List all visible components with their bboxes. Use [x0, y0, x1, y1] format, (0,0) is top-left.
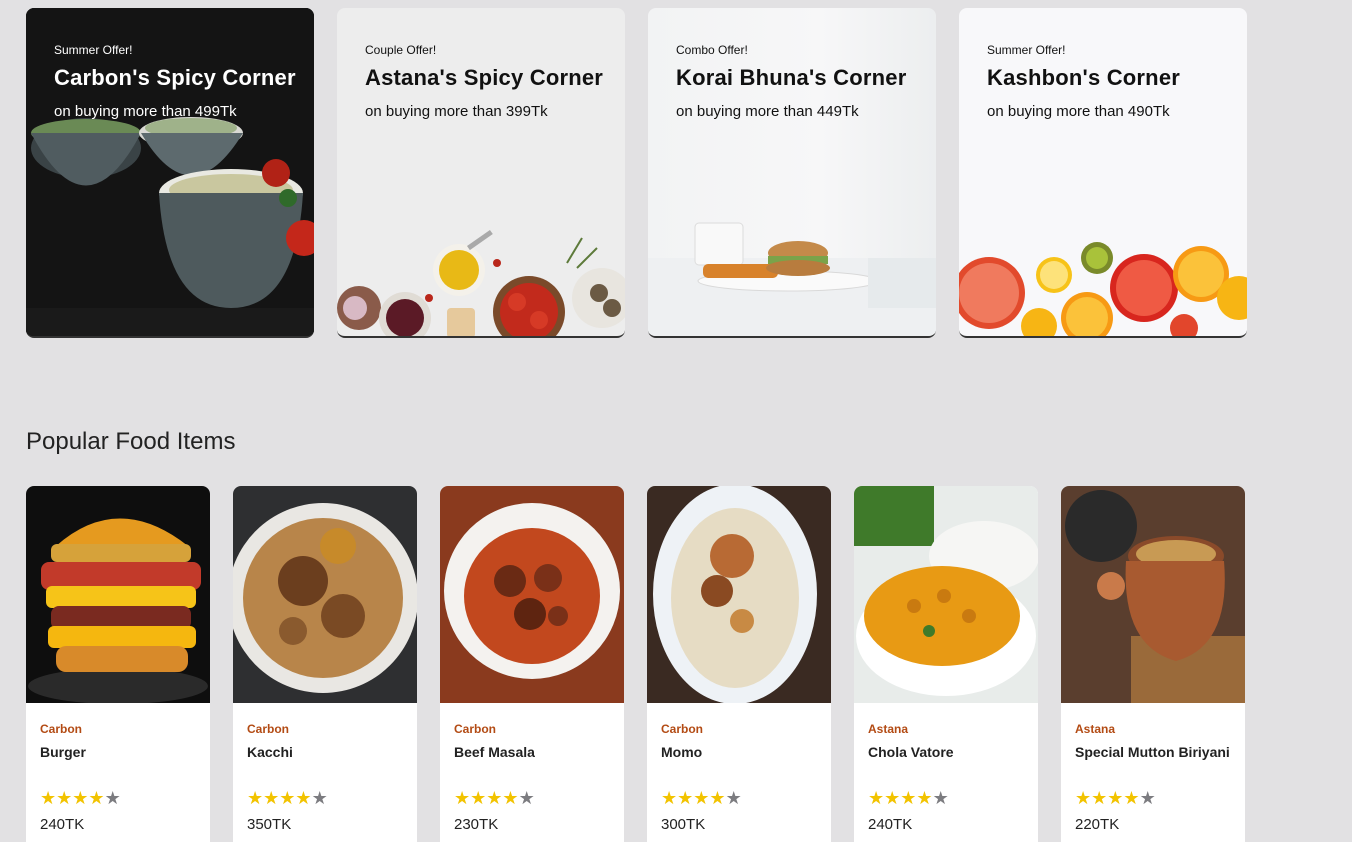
food-image-momo [647, 486, 831, 704]
food-name: Chola Vatore [868, 744, 954, 760]
star-filled-icon: ★ [693, 788, 710, 808]
offer-title: Astana's Spicy Corner [365, 65, 604, 90]
star-filled-icon: ★ [247, 788, 264, 808]
offer-text-block: Summer Offer! Carbon's Spicy Corner on b… [54, 43, 304, 120]
offer-card-korai-bhuna[interactable]: Combo Offer! Korai Bhuna's Corner on buy… [648, 8, 936, 338]
star-rating: ★★★★★ [247, 788, 403, 810]
star-filled-icon: ★ [40, 788, 57, 808]
offer-tag: Couple Offer! [365, 43, 437, 57]
star-rating: ★★★★★ [868, 788, 1024, 810]
star-empty-icon: ★ [932, 788, 949, 808]
offer-tag: Summer Offer! [54, 43, 133, 57]
offer-card-carbon[interactable]: Summer Offer! Carbon's Spicy Corner on b… [26, 8, 314, 338]
offer-tag: Summer Offer! [987, 43, 1066, 57]
food-card-body: Carbon Kacchi ★★★★★ 350TK [233, 708, 417, 833]
star-filled-icon: ★ [900, 788, 917, 808]
star-filled-icon: ★ [1091, 788, 1108, 808]
popular-food-list: Carbon Burger ★★★★★ 240TK Carbon Kacchi … [26, 486, 1245, 842]
star-empty-icon: ★ [518, 788, 535, 808]
food-name: Special Mutton Biriyani [1075, 744, 1230, 760]
offer-tag: Combo Offer! [676, 43, 748, 57]
star-filled-icon: ★ [1075, 788, 1092, 808]
food-image-burger [26, 486, 210, 704]
offer-title: Korai Bhuna's Corner [676, 65, 907, 90]
star-filled-icon: ★ [884, 788, 901, 808]
star-filled-icon: ★ [88, 788, 105, 808]
star-filled-icon: ★ [677, 788, 694, 808]
star-filled-icon: ★ [454, 788, 471, 808]
star-filled-icon: ★ [279, 788, 296, 808]
offer-cards-row: Summer Offer! Carbon's Spicy Corner on b… [26, 8, 1247, 338]
star-filled-icon: ★ [709, 788, 726, 808]
offer-card-astana[interactable]: Couple Offer! Astana's Spicy Corner on b… [337, 8, 625, 338]
food-card-body: Astana Chola Vatore ★★★★★ 240TK [854, 708, 1038, 833]
star-empty-icon: ★ [725, 788, 742, 808]
offer-title: Kashbon's Corner [987, 65, 1181, 90]
food-shop: Astana [1075, 722, 1116, 736]
star-filled-icon: ★ [295, 788, 312, 808]
star-filled-icon: ★ [72, 788, 89, 808]
star-filled-icon: ★ [1107, 788, 1124, 808]
offer-subtitle: on buying more than 490Tk [987, 103, 1170, 120]
star-filled-icon: ★ [661, 788, 678, 808]
food-card-special-mutton-biriyani[interactable]: Astana Special Mutton Biriyani ★★★★★ 220… [1061, 486, 1245, 842]
food-shop: Carbon [454, 722, 496, 736]
popular-food-heading: Popular Food Items [26, 428, 236, 455]
star-empty-icon: ★ [1139, 788, 1156, 808]
food-price: 230TK [454, 816, 499, 833]
food-card-body: Astana Special Mutton Biriyani ★★★★★ 220… [1061, 708, 1245, 833]
star-rating: ★★★★★ [454, 788, 610, 810]
food-price: 240TK [868, 816, 913, 833]
food-shop: Carbon [247, 722, 289, 736]
food-shop: Carbon [661, 722, 703, 736]
star-filled-icon: ★ [56, 788, 73, 808]
food-image-beef-masala [440, 486, 624, 703]
food-card-chola-vatore[interactable]: Astana Chola Vatore ★★★★★ 240TK [854, 486, 1038, 842]
food-name: Kacchi [247, 744, 293, 760]
offer-title: Carbon's Spicy Corner [54, 65, 296, 90]
star-rating: ★★★★★ [1075, 788, 1231, 810]
food-card-momo[interactable]: Carbon Momo ★★★★★ 300TK [647, 486, 831, 842]
star-filled-icon: ★ [916, 788, 933, 808]
offer-subtitle: on buying more than 499Tk [54, 103, 237, 120]
food-card-body: Carbon Momo ★★★★★ 300TK [647, 708, 831, 833]
star-filled-icon: ★ [868, 788, 885, 808]
star-empty-icon: ★ [104, 788, 121, 808]
star-rating: ★★★★★ [40, 788, 196, 810]
offer-text-block: Combo Offer! Korai Bhuna's Corner on buy… [676, 43, 926, 120]
star-rating: ★★★★★ [661, 788, 817, 810]
food-card-burger[interactable]: Carbon Burger ★★★★★ 240TK [26, 486, 210, 842]
star-filled-icon: ★ [502, 788, 519, 808]
food-shop: Astana [868, 722, 909, 736]
food-name: Burger [40, 744, 86, 760]
food-price: 350TK [247, 816, 292, 833]
food-price: 220TK [1075, 816, 1120, 833]
star-empty-icon: ★ [311, 788, 328, 808]
star-filled-icon: ★ [470, 788, 487, 808]
star-filled-icon: ★ [1123, 788, 1140, 808]
food-price: 240TK [40, 816, 85, 833]
offer-text-block: Couple Offer! Astana's Spicy Corner on b… [365, 43, 615, 120]
food-shop: Carbon [40, 722, 82, 736]
food-image-chola-vatore [854, 486, 1038, 703]
food-image-kacchi [233, 486, 417, 703]
offer-subtitle: on buying more than 449Tk [676, 103, 859, 120]
food-card-kacchi[interactable]: Carbon Kacchi ★★★★★ 350TK [233, 486, 417, 842]
offer-text-block: Summer Offer! Kashbon's Corner on buying… [987, 43, 1237, 120]
offer-subtitle: on buying more than 399Tk [365, 103, 548, 120]
star-filled-icon: ★ [486, 788, 503, 808]
star-filled-icon: ★ [263, 788, 280, 808]
offer-card-kashbon[interactable]: Summer Offer! Kashbon's Corner on buying… [959, 8, 1247, 338]
food-card-body: Carbon Beef Masala ★★★★★ 230TK [440, 708, 624, 833]
food-card-body: Carbon Burger ★★★★★ 240TK [26, 708, 210, 833]
food-name: Momo [661, 744, 703, 760]
food-name: Beef Masala [454, 744, 535, 760]
food-image-mutton-biriyani [1061, 486, 1245, 703]
food-price: 300TK [661, 816, 706, 833]
food-card-beef-masala[interactable]: Carbon Beef Masala ★★★★★ 230TK [440, 486, 624, 842]
